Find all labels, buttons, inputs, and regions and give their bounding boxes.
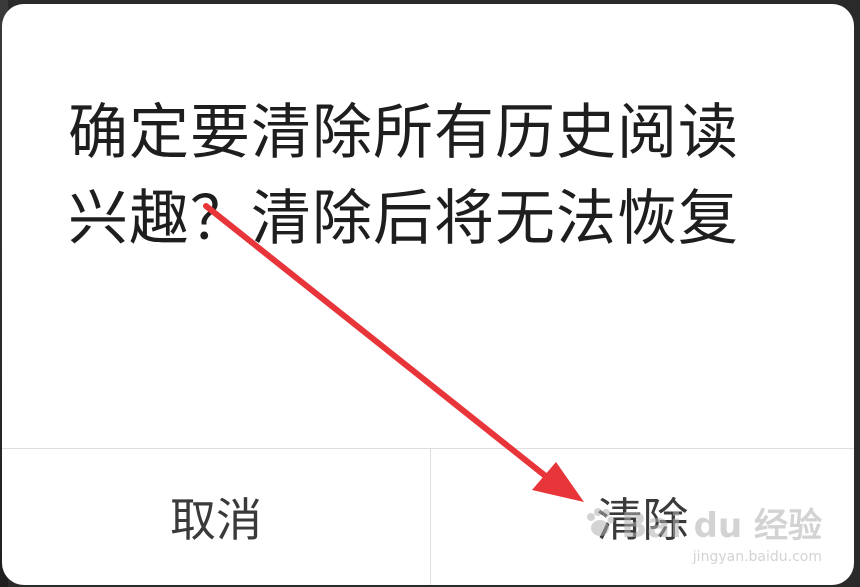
clear-button[interactable]: 清除 bbox=[431, 449, 854, 585]
cancel-button[interactable]: 取消 bbox=[2, 449, 430, 585]
dialog-message: 确定要清除所有历史阅读兴趣？清除后将无法恢复 bbox=[68, 98, 739, 254]
confirm-dialog: 确定要清除所有历史阅读兴趣？清除后将无法恢复 取消 清除 bbox=[2, 4, 854, 585]
